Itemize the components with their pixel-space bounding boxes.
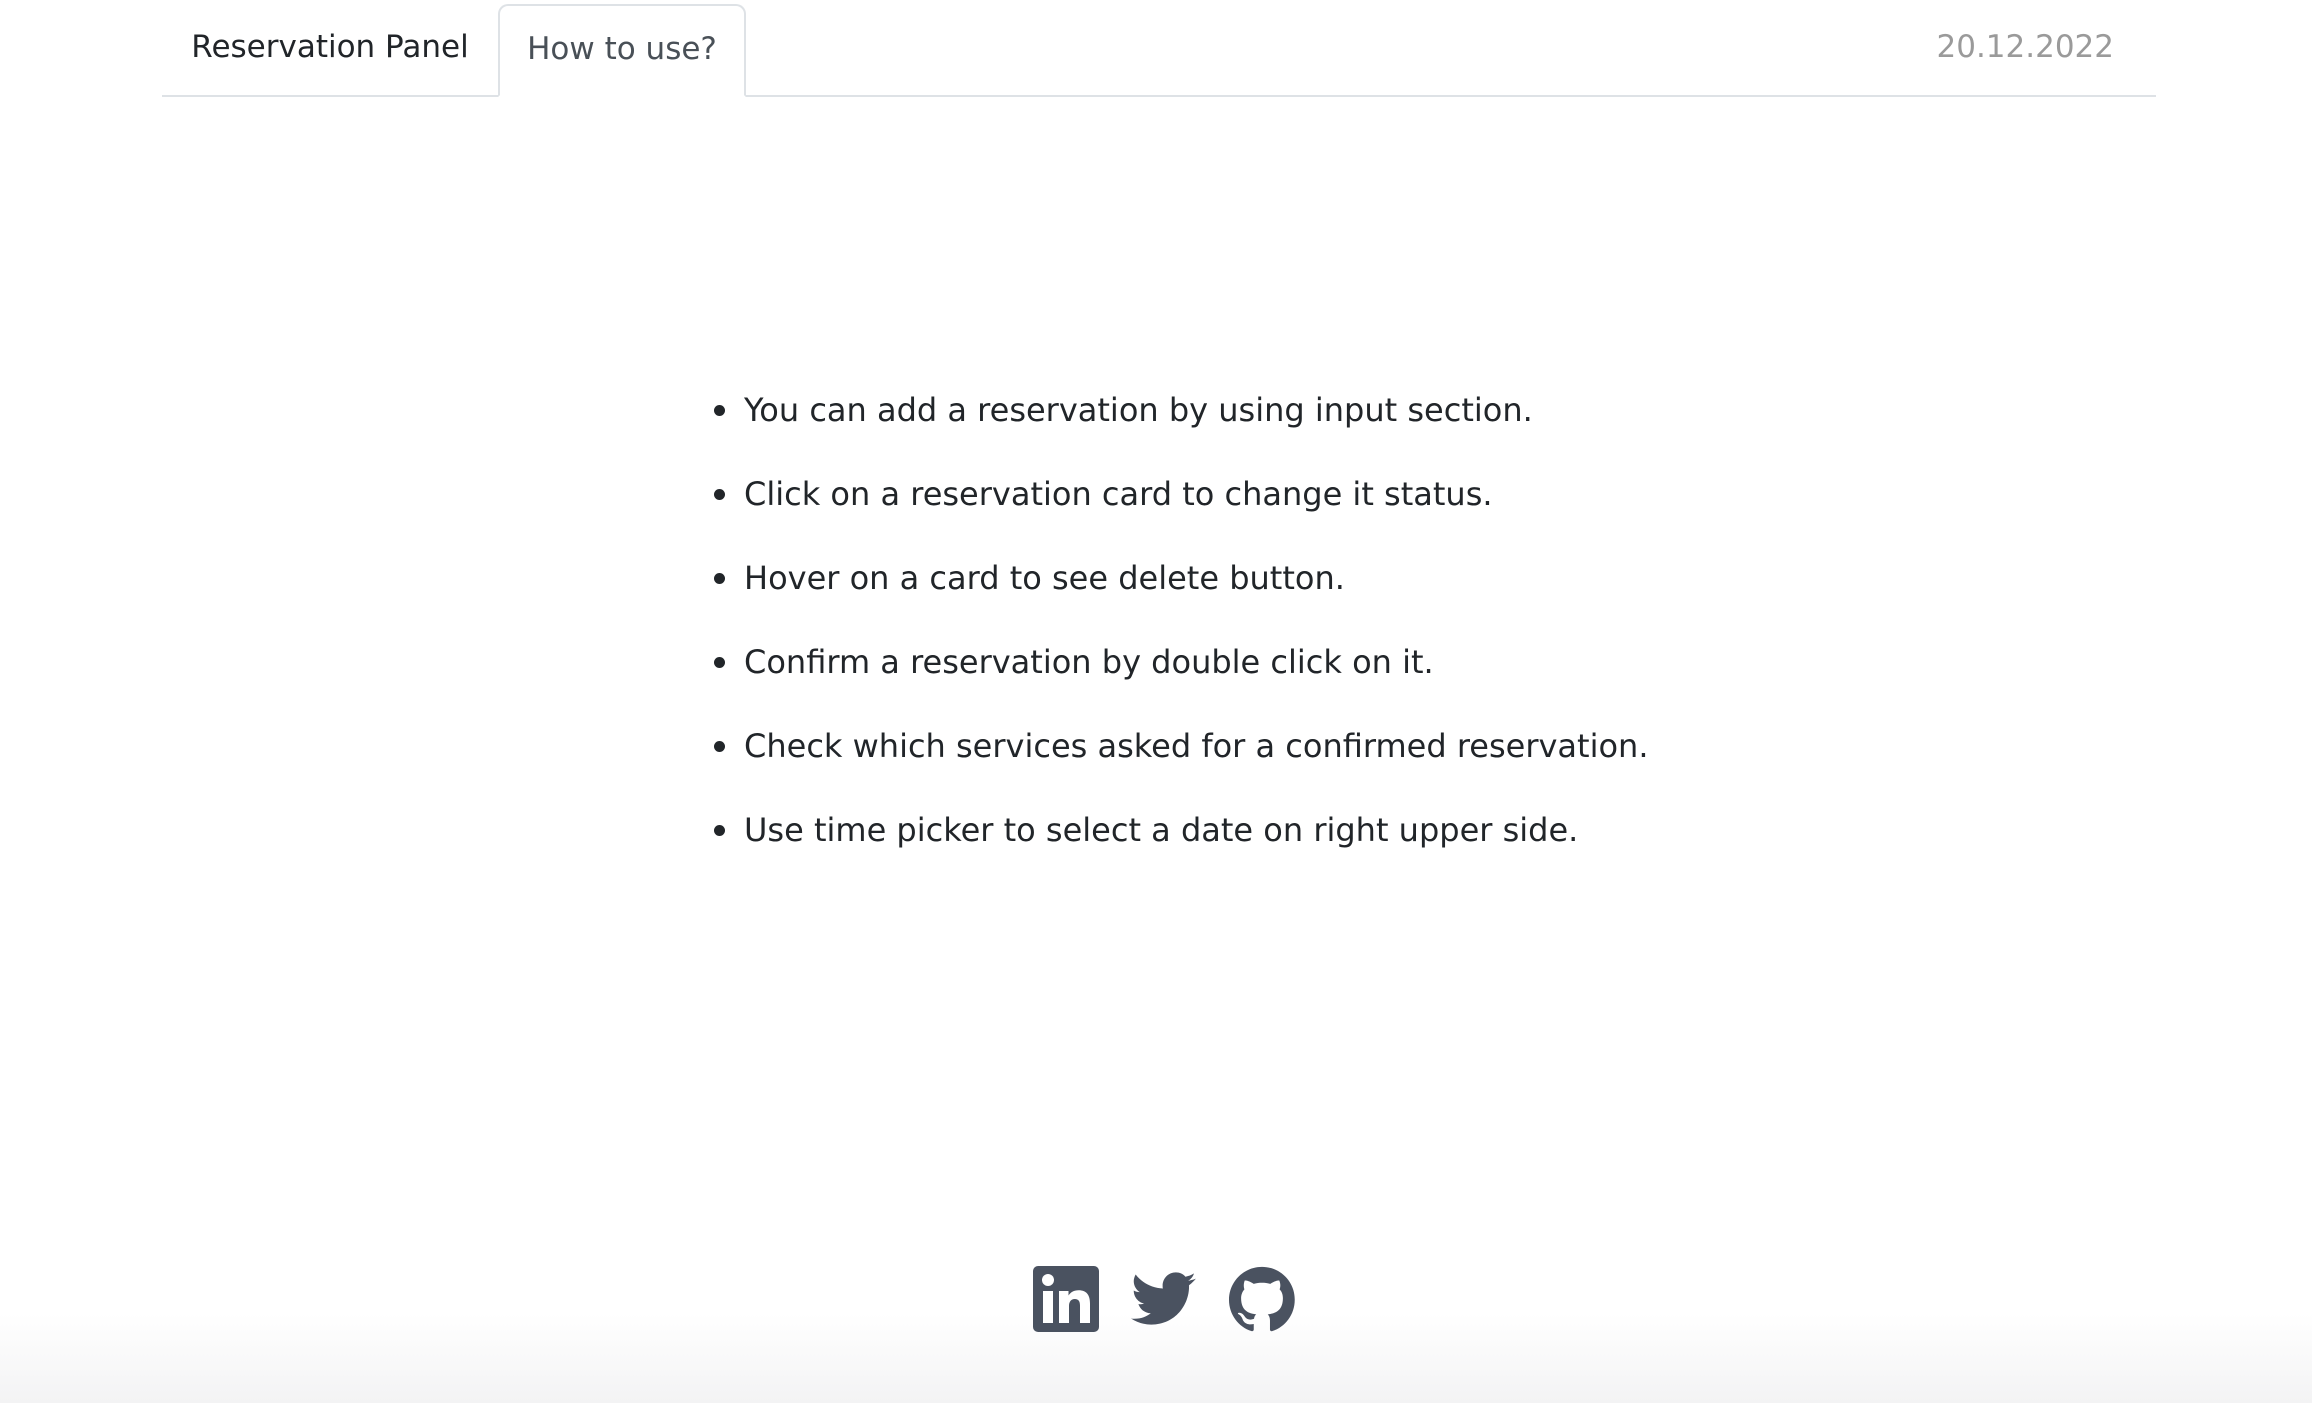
bullet-icon — [714, 405, 725, 416]
twitter-icon[interactable] — [1131, 1266, 1197, 1332]
date-picker[interactable]: 20.12.2022 — [1937, 4, 2115, 90]
page: Reservation Panel How to use? 20.12.2022… — [0, 0, 2312, 1403]
top-nav: Reservation Panel How to use? 20.12.2022 — [162, 0, 2156, 97]
bullet-icon — [714, 489, 725, 500]
instructions-list: You can add a reservation by using input… — [708, 364, 1708, 868]
list-item: Hover on a card to see delete button. — [708, 532, 1708, 616]
bullet-icon — [714, 825, 725, 836]
list-item: Use time picker to select a date on righ… — [708, 784, 1708, 868]
instruction-text: Click on a reservation card to change it… — [744, 475, 1493, 513]
instruction-text: Confirm a reservation by double click on… — [744, 643, 1434, 681]
bullet-icon — [714, 657, 725, 668]
linkedin-icon[interactable] — [1033, 1266, 1099, 1332]
tab-how-to-use[interactable]: How to use? — [498, 4, 746, 97]
github-icon[interactable] — [1229, 1266, 1295, 1332]
bullet-icon — [714, 741, 725, 752]
list-item: Click on a reservation card to change it… — [708, 448, 1708, 532]
instruction-text: Use time picker to select a date on righ… — [744, 811, 1579, 849]
list-item: You can add a reservation by using input… — [708, 364, 1708, 448]
list-item: Check which services asked for a confirm… — [708, 700, 1708, 784]
instruction-text: You can add a reservation by using input… — [744, 391, 1533, 429]
list-item: Confirm a reservation by double click on… — [708, 616, 1708, 700]
social-links — [1033, 1266, 1295, 1332]
instruction-text: Hover on a card to see delete button. — [744, 559, 1345, 597]
bullet-icon — [714, 573, 725, 584]
instruction-text: Check which services asked for a confirm… — [744, 727, 1649, 765]
tab-reservation-panel[interactable]: Reservation Panel — [162, 4, 498, 90]
